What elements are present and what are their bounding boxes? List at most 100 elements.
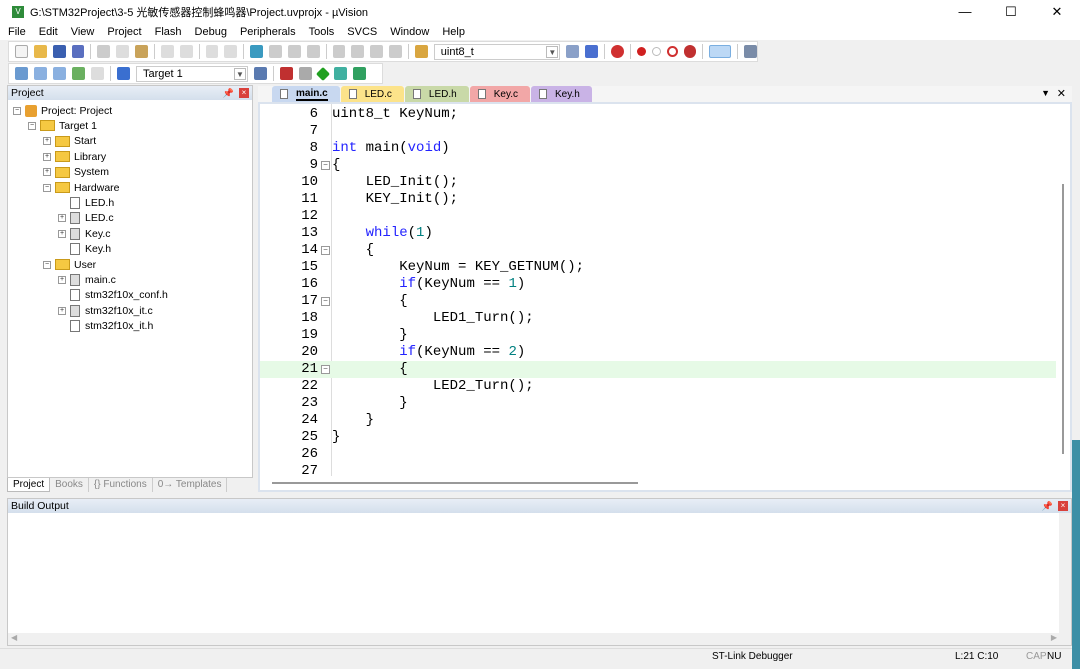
open-file-icon[interactable]	[33, 45, 47, 58]
run-time-environment-icon[interactable]	[315, 66, 331, 81]
redo-icon[interactable]	[179, 45, 193, 58]
pin-icon[interactable]: 📌	[1042, 499, 1053, 513]
code-line[interactable]: 20 if(KeyNum == 2)	[260, 344, 1058, 361]
tree-item[interactable]: − Target 1	[28, 118, 97, 133]
fold-toggle-icon[interactable]: −	[321, 246, 330, 255]
vertical-scrollbar[interactable]	[1056, 104, 1070, 478]
code-line[interactable]: 18 LED1_Turn();	[260, 310, 1058, 327]
menu-flash[interactable]: Flash	[155, 24, 182, 40]
menu-tools[interactable]: Tools	[309, 24, 335, 40]
manage-components-icon[interactable]	[280, 67, 293, 80]
download-icon[interactable]	[117, 67, 130, 80]
batch-build-icon[interactable]	[72, 67, 85, 80]
code-line[interactable]: 26	[260, 446, 1058, 463]
pack-installer-icon[interactable]	[334, 67, 347, 80]
copy-icon[interactable]	[116, 45, 130, 58]
nav-forward-icon[interactable]	[224, 45, 238, 58]
indent-icon[interactable]	[332, 45, 346, 58]
translate-icon[interactable]	[15, 67, 28, 80]
tree-item[interactable]: − Hardware	[43, 180, 120, 195]
file-extensions-icon[interactable]	[299, 67, 312, 80]
configure-wrench-icon[interactable]	[744, 45, 757, 58]
unindent-icon[interactable]	[351, 45, 365, 58]
tree-item[interactable]: − Project: Project	[13, 103, 112, 118]
comment-icon[interactable]	[370, 45, 384, 58]
tree-item[interactable]: + LED.c	[58, 211, 114, 226]
expand-toggle-icon[interactable]: +	[58, 275, 66, 284]
find-icon[interactable]	[566, 45, 580, 58]
code-line[interactable]: 17− {	[260, 293, 1058, 310]
code-line[interactable]: 14− {	[260, 242, 1058, 259]
disable-breakpoints-icon[interactable]	[666, 46, 678, 57]
tree-item[interactable]: Key.h	[58, 242, 111, 257]
tree-item[interactable]: + Key.c	[58, 226, 110, 241]
tree-item[interactable]: − User	[43, 257, 96, 272]
tree-item[interactable]: + stm32f10x_it.c	[58, 303, 153, 318]
clear-bookmarks-icon[interactable]	[306, 45, 320, 58]
code-line[interactable]: 16 if(KeyNum == 1)	[260, 276, 1058, 293]
fold-toggle-icon[interactable]: −	[321, 365, 330, 374]
fold-toggle-icon[interactable]: −	[321, 297, 330, 306]
expand-toggle-icon[interactable]: +	[58, 306, 66, 315]
code-line[interactable]: 6 uint8_t KeyNum;	[260, 106, 1058, 123]
maximize-button[interactable]: ☐	[988, 0, 1034, 24]
code-line[interactable]: 25}	[260, 429, 1058, 446]
uncomment-icon[interactable]	[389, 45, 402, 58]
editor-tab-Key-h[interactable]: Key.h	[531, 86, 592, 102]
tree-item[interactable]: stm32f10x_conf.h	[58, 288, 168, 303]
code-line[interactable]: 21− {	[260, 361, 1058, 378]
target-combo[interactable]: Target 1 ▼	[136, 65, 248, 82]
expand-toggle-icon[interactable]: +	[58, 214, 66, 223]
next-bookmark-icon[interactable]	[287, 45, 301, 58]
close-tab-icon[interactable]: ✕	[1057, 87, 1066, 100]
code-line[interactable]: 9−{	[260, 157, 1058, 174]
menu-window[interactable]: Window	[390, 24, 429, 40]
bookmark-icon[interactable]	[250, 45, 264, 58]
close-panel-icon[interactable]: ×	[1058, 501, 1068, 511]
build-icon[interactable]	[34, 67, 47, 80]
chevron-down-icon[interactable]: ▼	[234, 67, 246, 80]
prev-bookmark-icon[interactable]	[269, 45, 282, 58]
window-layout-icon[interactable]	[709, 45, 732, 58]
save-icon[interactable]	[52, 45, 66, 58]
kill-breakpoints-icon[interactable]	[683, 45, 697, 58]
pin-icon[interactable]: 📌	[223, 86, 234, 100]
nav-back-icon[interactable]	[205, 45, 219, 58]
expand-toggle-icon[interactable]: −	[28, 121, 36, 130]
find-in-files-icon[interactable]	[414, 45, 428, 58]
tab-list-dropdown-icon[interactable]: ▼	[1041, 88, 1050, 98]
stop-build-icon[interactable]	[91, 67, 104, 80]
expand-toggle-icon[interactable]: −	[13, 106, 21, 115]
rebuild-icon[interactable]	[53, 67, 66, 80]
cut-icon[interactable]	[97, 45, 111, 58]
menu-view[interactable]: View	[71, 24, 95, 40]
code-line[interactable]: 22 LED2_Turn();	[260, 378, 1058, 395]
editor-tab-LED-c[interactable]: LED.c	[340, 86, 404, 102]
menu-file[interactable]: File	[8, 24, 26, 40]
menu-peripherals[interactable]: Peripherals	[240, 24, 296, 40]
insert-breakpoint-icon[interactable]	[636, 47, 646, 56]
expand-toggle-icon[interactable]: +	[43, 137, 51, 146]
panel-tab-0[interactable]: Project	[7, 478, 51, 492]
panel-tab-1[interactable]: Books	[50, 478, 89, 492]
menu-project[interactable]: Project	[107, 24, 141, 40]
expand-toggle-icon[interactable]: +	[43, 152, 51, 161]
paste-icon[interactable]	[135, 45, 148, 58]
select-packs-icon[interactable]	[353, 67, 366, 80]
menu-debug[interactable]: Debug	[195, 24, 227, 40]
incremental-find-icon[interactable]	[585, 45, 599, 58]
close-button[interactable]: ✕	[1034, 0, 1080, 24]
menu-edit[interactable]: Edit	[39, 24, 58, 40]
build-output-vscrollbar[interactable]	[1059, 513, 1071, 633]
expand-toggle-icon[interactable]: +	[43, 168, 51, 177]
code-line[interactable]: 24 }	[260, 412, 1058, 429]
expand-toggle-icon[interactable]: −	[43, 260, 51, 269]
code-line[interactable]: 19 }	[260, 327, 1058, 344]
target-options-icon[interactable]	[254, 67, 267, 80]
panel-tab-3[interactable]: 0→ Templates	[153, 478, 228, 492]
code-line[interactable]: 13 while(1)	[260, 225, 1058, 242]
menu-help[interactable]: Help	[442, 24, 465, 40]
editor-tab-main-c[interactable]: main.c	[272, 86, 340, 102]
tree-item[interactable]: + System	[43, 165, 109, 180]
new-file-icon[interactable]	[15, 45, 28, 58]
